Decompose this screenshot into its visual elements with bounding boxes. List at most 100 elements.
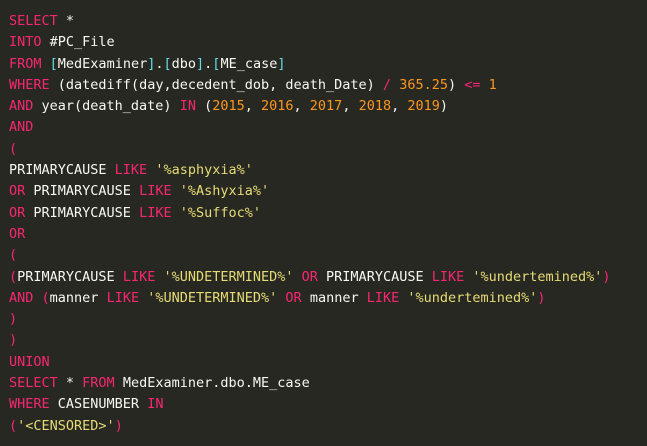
code-line[interactable]: UNION [9, 352, 647, 373]
code-line[interactable]: AND [9, 117, 647, 138]
code-line[interactable]: ( [9, 245, 647, 266]
code-line[interactable]: WHERE CASENUMBER IN [9, 394, 647, 415]
code-token: [ [163, 55, 172, 72]
code-token: [ [49, 55, 58, 72]
code-token: / [382, 76, 392, 93]
code-token: 1 [488, 76, 497, 93]
code-token: AND [9, 98, 34, 115]
code-token: SELECT [9, 13, 58, 29]
code-token: , [293, 98, 310, 115]
code-token: OR [9, 204, 26, 221]
code-token: '%UNDETERMINED%' [147, 289, 278, 306]
code-token: AND [9, 289, 34, 306]
code-token: FROM [9, 55, 42, 72]
code-token: ] [277, 55, 286, 72]
code-token: , [244, 98, 262, 115]
code-token: UNION [9, 353, 50, 370]
code-token: LIKE [106, 289, 140, 306]
code-token: ) [602, 268, 611, 285]
code-token: ME_case [220, 55, 278, 72]
code-line[interactable]: WHERE (datediff(day,decedent_dob, death_… [9, 75, 647, 96]
code-token: manner [49, 289, 107, 306]
code-token: '%UNDETERMINED%' [163, 268, 294, 285]
code-token: 2019 [407, 98, 440, 115]
code-line[interactable]: FROM [MedExaminer].[dbo].[ME_case] [9, 54, 647, 75]
code-token: 365.25 [399, 76, 448, 93]
code-token: 2018 [358, 98, 392, 115]
code-token: AND [9, 119, 34, 136]
code-token: OR [285, 289, 302, 306]
code-token: WHERE [9, 76, 50, 93]
code-token: (day,decedent_dob, death_Date) [130, 76, 383, 93]
code-token: ( [41, 289, 50, 306]
code-line[interactable]: ( [9, 139, 647, 160]
code-token: , [342, 98, 359, 115]
code-token: LIKE [139, 204, 172, 221]
code-token: 2017 [309, 98, 343, 115]
code-token: dbo [171, 55, 197, 72]
code-token: * [57, 13, 75, 29]
code-token: * [57, 375, 83, 392]
code-token: ) [114, 417, 123, 434]
code-token: IN [179, 98, 196, 115]
code-token: LIKE [139, 183, 172, 200]
code-token: OR [9, 183, 26, 200]
code-token: ) [9, 311, 18, 328]
code-token: OR [9, 225, 26, 242]
code-line[interactable]: PRIMARYCAUSE LIKE '%asphyxia%' [9, 160, 647, 181]
code-token: PRIMARYCAUSE [17, 268, 123, 285]
code-token: LIKE [431, 268, 465, 285]
code-token: ( [9, 140, 18, 157]
code-token: '<CENSORED>' [17, 417, 115, 434]
code-line[interactable]: AND year(death_date) IN (2015, 2016, 201… [9, 96, 647, 117]
code-token: ] [196, 55, 205, 72]
code-token: datediff [65, 76, 131, 93]
code-token: SELECT [9, 375, 58, 392]
code-token: '%asphyxia%' [155, 162, 253, 179]
code-line[interactable]: OR PRIMARYCAUSE LIKE '%Ashyxia%' [9, 181, 647, 202]
code-token: ( [49, 76, 66, 93]
code-line[interactable]: ) [9, 309, 647, 330]
code-token: 2015 [212, 98, 245, 115]
code-line[interactable]: INTO #PC_File [9, 32, 647, 53]
code-token: WHERE [9, 396, 50, 413]
code-token: LIKE [366, 289, 400, 306]
code-token: INTO [9, 34, 42, 51]
code-token: PRIMARYCAUSE [317, 268, 432, 285]
code-line[interactable]: ('<CENSORED>') [9, 416, 647, 437]
code-token: 2016 [261, 98, 294, 115]
code-token: ( [9, 268, 18, 285]
code-token: ( [195, 98, 213, 115]
code-token: '%Ashyxia%' [179, 183, 270, 200]
code-token: CASENUMBER [49, 396, 148, 413]
code-line[interactable]: ) [9, 330, 647, 351]
code-token: ) [439, 98, 449, 115]
code-token: , [391, 98, 408, 115]
code-line[interactable]: OR PRIMARYCAUSE LIKE '%Suffoc%' [9, 203, 647, 224]
code-editor[interactable]: SELECT * INTO #PC_File FROM [MedExaminer].… [0, 0, 647, 446]
code-token: MedExaminer [57, 55, 148, 72]
code-line[interactable]: SELECT * [9, 11, 647, 32]
code-token: FROM [82, 375, 115, 392]
code-token: ( [9, 247, 18, 264]
code-line[interactable]: OR [9, 224, 647, 245]
code-token: PRIMARYCAUSE [25, 183, 140, 200]
code-token: year(death_date) [33, 98, 180, 115]
code-token: '%undertemined%' [472, 268, 603, 285]
code-token: PRIMARYCAUSE [25, 204, 140, 221]
code-token: '%Suffoc%' [179, 204, 261, 221]
code-token: IN [147, 396, 164, 413]
code-token: manner [301, 289, 367, 306]
code-line[interactable]: (PRIMARYCAUSE LIKE '%UNDETERMINED%' OR P… [9, 267, 647, 288]
code-line[interactable]: SELECT * FROM MedExaminer.dbo.ME_case [9, 373, 647, 394]
code-token: <= [464, 76, 481, 93]
code-token: ( [9, 417, 18, 434]
code-line[interactable]: AND (manner LIKE '%UNDETERMINED%' OR man… [9, 288, 647, 309]
